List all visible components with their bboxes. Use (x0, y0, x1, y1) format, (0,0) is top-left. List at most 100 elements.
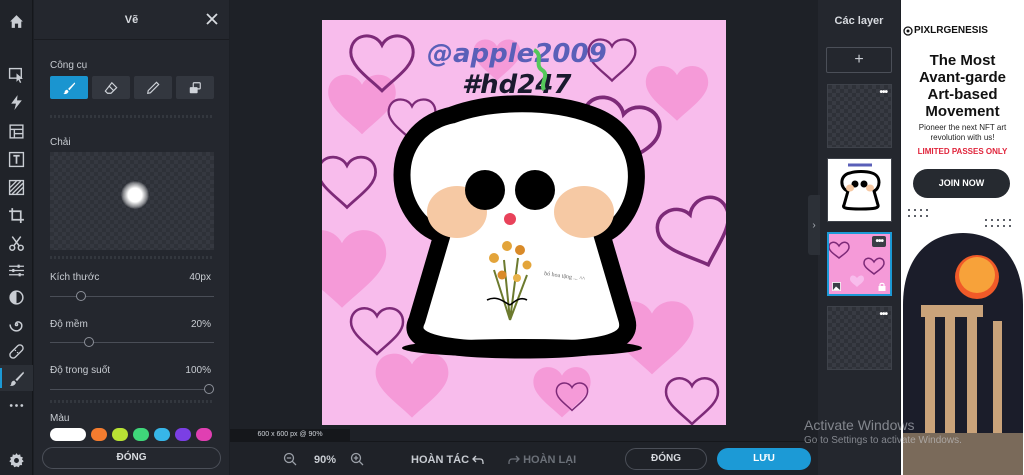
zoom-out-icon[interactable] (283, 452, 297, 466)
opacity-label: Độ trong suốt (50, 365, 111, 376)
opacity-slider-track[interactable] (50, 389, 214, 390)
close-button[interactable]: ĐÓNG (625, 448, 707, 470)
redo-button[interactable]: HOÀN LẠI (508, 454, 576, 466)
section-divider (50, 115, 214, 118)
settings-icon[interactable] (0, 447, 33, 473)
select-arrow-icon[interactable] (0, 62, 33, 88)
texture-icon[interactable] (0, 174, 33, 200)
text-icon[interactable] (0, 146, 33, 172)
panel-close-button[interactable]: ĐÓNG (42, 447, 221, 469)
home-icon[interactable] (0, 8, 33, 34)
color-swatch[interactable] (133, 428, 149, 441)
color-swatch[interactable] (50, 428, 86, 441)
canvas-artwork: bó hoa tặng ... ^^ @apple2009 #hd247 (322, 20, 726, 425)
color-swatch[interactable] (91, 428, 107, 441)
tools-label: Công cụ (50, 60, 88, 71)
brush-icon[interactable] (0, 365, 33, 391)
undo-label: HOÀN TÁC (411, 454, 470, 466)
softness-label: Độ mềm (50, 319, 88, 330)
size-label: Kích thước (50, 272, 100, 283)
color-swatch[interactable] (175, 428, 191, 441)
brush-preview-dot (121, 181, 149, 209)
adjust-icon[interactable] (0, 257, 33, 283)
right-eye (515, 170, 555, 210)
stamp-icon (189, 81, 201, 93)
color-swatch[interactable] (196, 428, 212, 441)
ad-logo: PIXLRGENESIS (914, 25, 988, 36)
swirl-icon[interactable] (0, 311, 33, 337)
layer-thumbnail[interactable]: ••• (827, 158, 892, 222)
lock-icon[interactable] (878, 282, 886, 291)
watermark-hashtag: #hd247 (462, 70, 572, 100)
contrast-icon[interactable] (0, 284, 33, 310)
layout-icon[interactable] (0, 118, 33, 144)
watermark-line-2: Go to Settings to activate Windows. (804, 435, 962, 446)
tool-rail (0, 0, 33, 475)
redo-label: HOÀN LẠI (523, 454, 577, 466)
size-slider-track[interactable] (50, 296, 214, 297)
layer-thumbnail[interactable]: ••• (827, 306, 892, 370)
color-swatch[interactable] (154, 428, 170, 441)
ad-subtext: Pioneer the next NFT art revolution with… (918, 123, 1007, 142)
layer-menu-icon[interactable]: ••• (879, 161, 887, 172)
softness-slider-track[interactable] (50, 342, 214, 343)
scissors-icon[interactable] (0, 230, 33, 256)
pen-tool-button[interactable] (134, 76, 172, 99)
undo-button[interactable]: HOÀN TÁC (411, 454, 484, 466)
right-cheek (554, 186, 614, 238)
close-icon[interactable] (205, 12, 219, 26)
add-layer-button[interactable]: + (826, 47, 892, 73)
ad-headline: The Most Avant-garde Art-based Movement (919, 52, 1006, 120)
more-icon[interactable] (0, 392, 33, 418)
softness-value: 20% (190, 319, 211, 330)
section-divider (50, 400, 214, 403)
layer-menu-icon[interactable]: ••• (872, 236, 886, 247)
undo-icon (472, 455, 484, 465)
pen-icon (147, 81, 160, 94)
color-swatch[interactable] (112, 428, 128, 441)
character-base (402, 339, 642, 357)
brush-tool-button[interactable] (50, 76, 88, 99)
opacity-value: 100% (185, 365, 211, 376)
nose (504, 213, 516, 225)
zoom-level[interactable]: 90% (314, 454, 336, 466)
bandage-icon[interactable] (0, 338, 33, 364)
brush-label: Chải (50, 137, 71, 148)
image-icon (832, 282, 841, 291)
layers-panel: › Các layer + ••• ••• ••• ••• (808, 0, 900, 475)
windows-activation-watermark: Activate Windows Go to Settings to activ… (804, 417, 962, 446)
image-canvas[interactable]: bó hoa tặng ... ^^ @apple2009 #hd247 (322, 20, 726, 425)
zoom-in-icon[interactable] (350, 452, 364, 466)
redo-icon (508, 455, 520, 465)
layer-menu-icon[interactable]: ••• (879, 87, 887, 98)
watermark-line-1: Activate Windows (804, 417, 915, 433)
canvas-stage[interactable]: bó hoa tặng ... ^^ @apple2009 #hd247 600… (230, 0, 818, 441)
eraser-tool-button[interactable] (92, 76, 130, 99)
ad-limited-text: LIMITED PASSES ONLY (917, 147, 1008, 156)
panel-header: Vẽ (34, 0, 229, 40)
ad-join-button[interactable]: JOIN NOW (913, 169, 1010, 198)
bottom-bar: 90% HOÀN TÁC HOÀN LẠI ĐÓNG LƯU (230, 441, 818, 475)
lightning-icon[interactable] (0, 89, 33, 115)
collapse-panel-button[interactable]: › (808, 195, 820, 255)
color-label: Màu (50, 413, 70, 424)
layers-title: Các layer (834, 15, 884, 27)
pixlr-logo-icon (903, 26, 913, 36)
crop-icon[interactable] (0, 202, 33, 228)
ad-banner[interactable]: PIXLRGENESIS The Most Avant-garde Art-ba… (901, 0, 1024, 475)
softness-slider-handle[interactable] (83, 337, 94, 347)
clone-tool-button[interactable] (176, 76, 214, 99)
size-slider-handle[interactable] (76, 291, 87, 301)
draw-panel: Vẽ Công cụ Chải Kích thước 40px Độ mềm 2… (34, 0, 229, 475)
layer-thumbnail-selected[interactable]: ••• (827, 232, 892, 296)
size-value: 40px (189, 272, 211, 283)
save-button[interactable]: LƯU (717, 448, 811, 470)
opacity-slider-handle[interactable] (204, 384, 214, 394)
brush-preview[interactable] (50, 152, 214, 250)
layer-thumbnail[interactable]: ••• (827, 84, 892, 148)
brush-icon (63, 81, 76, 94)
layer-menu-icon[interactable]: ••• (879, 309, 887, 320)
panel-title: Vẽ (124, 14, 139, 26)
watermark-handle: @apple2009 (427, 39, 607, 69)
section-divider (50, 256, 214, 259)
